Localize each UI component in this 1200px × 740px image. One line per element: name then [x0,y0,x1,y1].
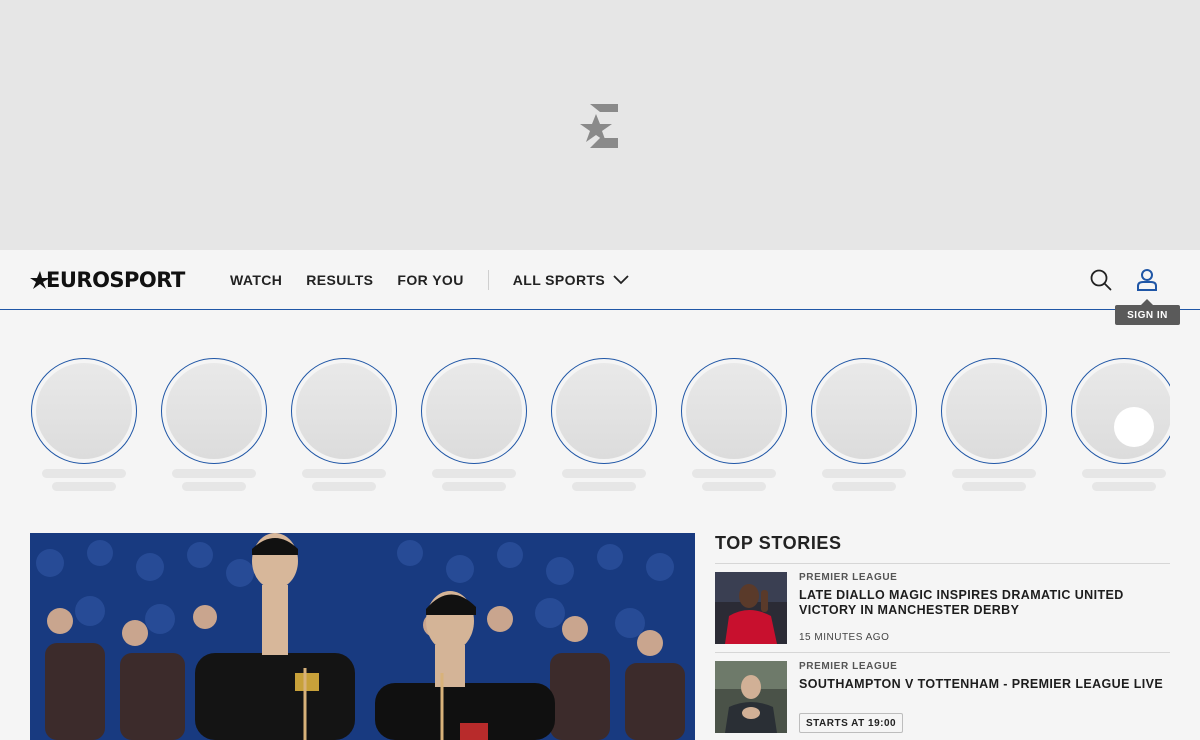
article-category: PREMIER LEAGUE [799,572,898,583]
story-image-placeholder [296,363,392,459]
story-subtitle-placeholder [182,482,246,491]
story-subtitle-placeholder [832,482,896,491]
story-placeholder[interactable] [420,358,530,491]
nav-watch[interactable]: WATCH [230,272,282,288]
nav-divider [487,270,489,290]
nav-all-sports[interactable]: ALL SPORTS [513,272,629,288]
story-title-placeholder [42,469,126,478]
article-thumbnail [715,661,787,733]
footballer-photo [715,572,787,644]
story-placeholder[interactable] [550,358,660,491]
story-title-placeholder [302,469,386,478]
stories-carousel [30,358,1170,498]
story-title-placeholder [172,469,256,478]
main-navigation: EUROSPORT WATCH RESULTS FOR YOU ALL SPOR… [0,250,1200,310]
nav-links: WATCH RESULTS FOR YOU ALL SPORTS [230,250,653,310]
story-title-placeholder [952,469,1036,478]
story-title-placeholder [692,469,776,478]
story-placeholder[interactable] [940,358,1050,491]
story-image-placeholder [426,363,522,459]
story-subtitle-placeholder [1092,482,1156,491]
story-placeholder[interactable] [680,358,790,491]
story-ring [421,358,527,464]
story-placeholder[interactable] [290,358,400,491]
story-ring [31,358,137,464]
story-title-placeholder [562,469,646,478]
story-image-placeholder [816,363,912,459]
eurosport-logo[interactable]: EUROSPORT [30,268,185,292]
article-headline[interactable]: SOUTHAMPTON V TOTTENHAM - PREMIER LEAGUE… [799,677,1169,692]
divider [715,563,1170,564]
ad-placeholder [0,0,1200,250]
story-subtitle-placeholder [962,482,1026,491]
manager-photo [715,661,787,733]
nav-results[interactable]: RESULTS [306,272,373,288]
story-image-placeholder [556,363,652,459]
article-item[interactable]: PREMIER LEAGUE SOUTHAMPTON V TOTTENHAM -… [715,661,1170,733]
article-headline[interactable]: LATE DIALLO MAGIC INSPIRES DRAMATIC UNIT… [799,588,1169,617]
story-image-placeholder [686,363,782,459]
sign-in-tooltip[interactable]: SIGN IN [1115,299,1180,325]
story-subtitle-placeholder [52,482,116,491]
nav-for-you[interactable]: FOR YOU [397,272,463,288]
story-title-placeholder [822,469,906,478]
story-subtitle-placeholder [572,482,636,491]
article-timestamp: 15 MINUTES AGO [799,632,890,643]
story-ring [161,358,267,464]
divider [715,652,1170,653]
story-ring [291,358,397,464]
story-ring [811,358,917,464]
story-image-placeholder [36,363,132,459]
story-subtitle-placeholder [442,482,506,491]
chevron-down-icon [613,275,629,285]
story-ring [551,358,657,464]
story-placeholder[interactable] [160,358,270,491]
story-title-placeholder [432,469,516,478]
user-icon[interactable] [1136,268,1158,292]
story-placeholder[interactable] [30,358,140,491]
article-item[interactable]: PREMIER LEAGUE LATE DIALLO MAGIC INSPIRE… [715,572,1170,644]
top-stories-title: TOP STORIES [715,533,842,553]
snooker-players-photo [30,533,695,740]
all-sports-label: ALL SPORTS [512,272,606,288]
story-title-placeholder [1082,469,1166,478]
eurosport-e-logo-icon [580,104,618,148]
story-placeholder[interactable] [810,358,920,491]
article-category: PREMIER LEAGUE [799,661,898,672]
story-ring [681,358,787,464]
story-subtitle-placeholder [312,482,376,491]
story-ring [941,358,1047,464]
story-subtitle-placeholder [702,482,766,491]
search-icon[interactable] [1090,269,1112,291]
cursor-indicator [1114,407,1154,447]
match-start-badge: STARTS AT 19:00 [799,713,904,733]
brand-name: EUROSPORT [46,268,185,292]
story-image-placeholder [946,363,1042,459]
story-image-placeholder [166,363,262,459]
hero-story-image[interactable] [30,533,695,740]
article-thumbnail [715,572,787,644]
